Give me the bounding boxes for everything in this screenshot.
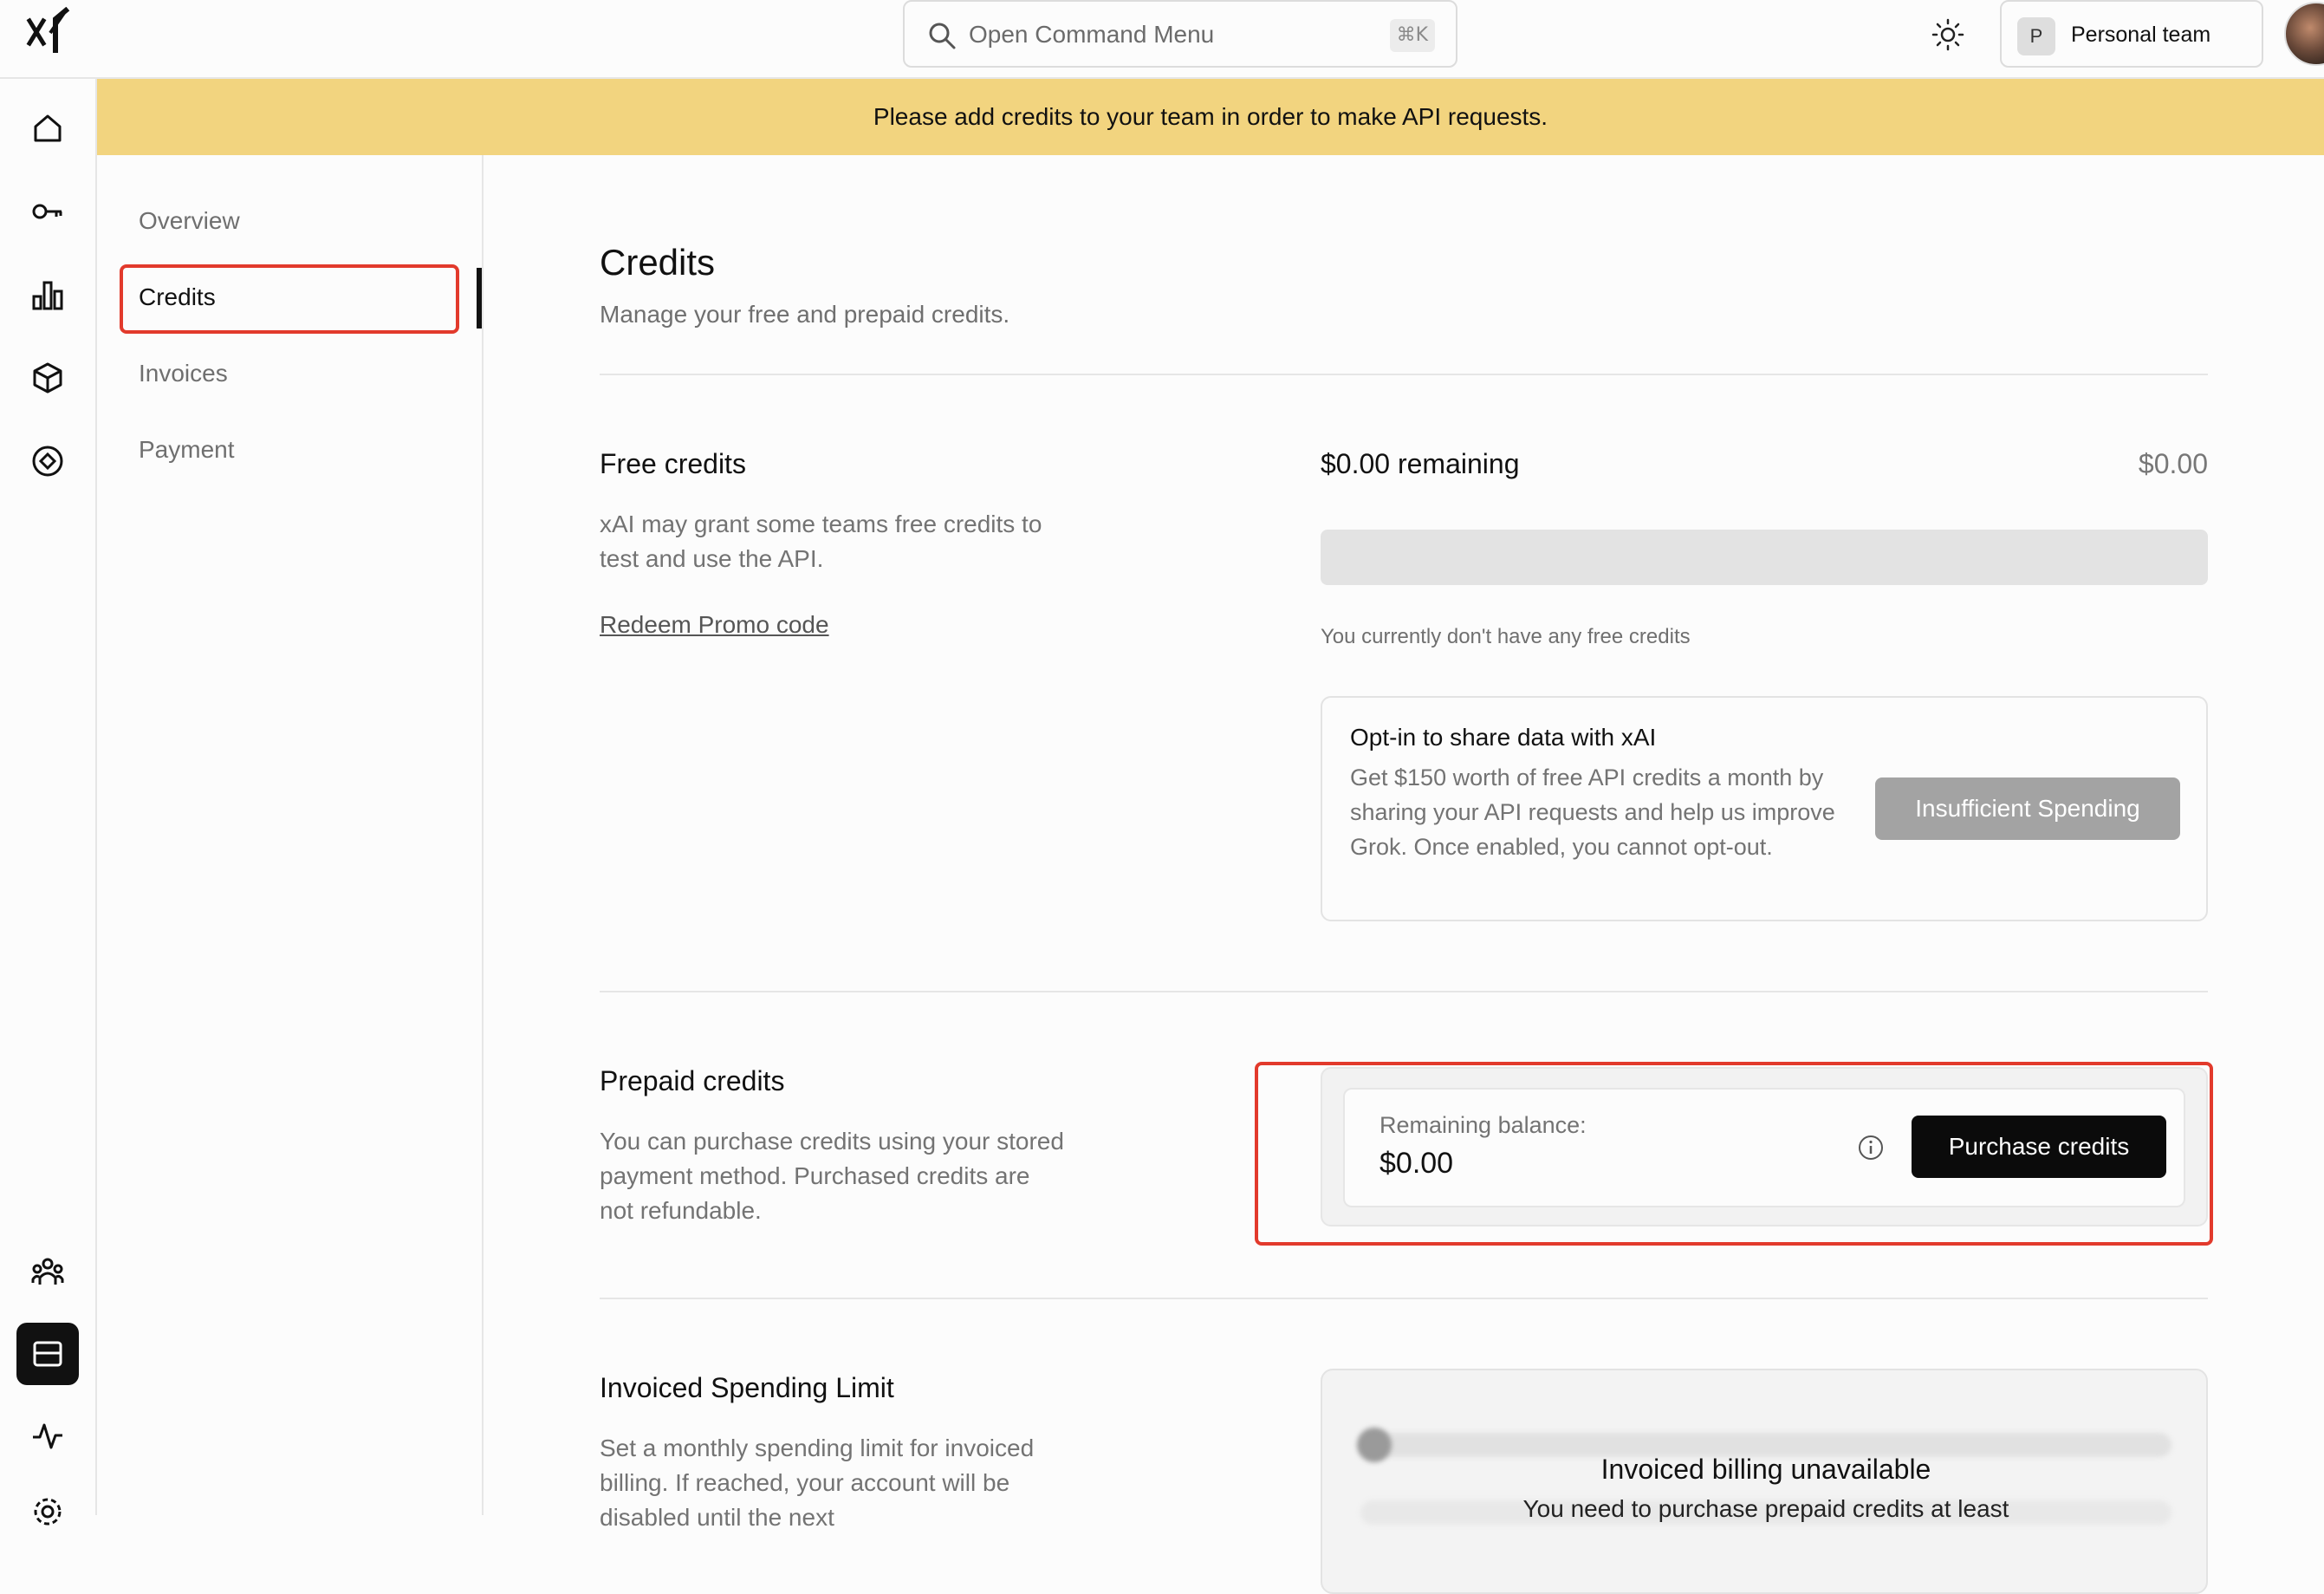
no-free-credits-note: You currently don't have any free credit… <box>1321 625 1691 648</box>
cube-icon[interactable] <box>26 356 69 400</box>
divider <box>600 374 2208 375</box>
add-credits-banner: Please add credits to your team in order… <box>97 79 2324 155</box>
free-credits-remaining: $0.00 remaining <box>1321 448 1520 479</box>
free-credits-total: $0.00 <box>2138 448 2208 479</box>
billing-subnav: Overview Credits Invoices Payment <box>97 155 484 1515</box>
team-avatar: P <box>2017 17 2055 55</box>
team-switcher-button[interactable]: P Personal team <box>2000 0 2263 68</box>
subnav-item-invoices[interactable]: Invoices <box>139 360 228 387</box>
activity-icon[interactable] <box>26 1414 69 1457</box>
prepaid-credits-description: You can purchase credits using your stor… <box>600 1128 1064 1224</box>
invoiced-billing-card: Invoiced billing unavailable You need to… <box>1321 1369 2208 1594</box>
top-bar: Open Command Menu ⌘K P Personal team <box>0 0 2324 79</box>
opt-in-description: Get $150 worth of free API credits a mon… <box>1350 764 1835 860</box>
invoiced-unavailable-title: Invoiced billing unavailable <box>1600 1454 1931 1485</box>
subnav-item-overview[interactable]: Overview <box>139 207 240 235</box>
prepaid-credits-title: Prepaid credits <box>600 1065 785 1096</box>
search-placeholder: Open Command Menu <box>969 21 1215 48</box>
team-icon[interactable] <box>26 1249 69 1292</box>
invoiced-limit-title: Invoiced Spending Limit <box>600 1372 894 1403</box>
active-indicator <box>477 268 482 329</box>
page-subtitle: Manage your free and prepaid credits. <box>600 301 1010 328</box>
user-avatar[interactable] <box>2284 2 2324 66</box>
divider <box>600 991 2208 992</box>
free-credits-description: xAI may grant some teams free credits to… <box>600 511 1042 572</box>
bar-chart-icon[interactable] <box>26 273 69 316</box>
home-icon[interactable] <box>26 107 69 150</box>
compass-icon[interactable] <box>26 439 69 483</box>
page-title: Credits <box>600 242 716 283</box>
subnav-item-payment[interactable]: Payment <box>139 436 235 464</box>
icon-rail <box>0 79 97 1526</box>
search-icon <box>927 21 957 50</box>
divider <box>600 1298 2208 1299</box>
billing-icon[interactable] <box>16 1323 79 1385</box>
key-icon[interactable] <box>26 190 69 233</box>
opt-in-title: Opt-in to share data with xAI <box>1350 724 1657 751</box>
settings-icon[interactable] <box>26 1490 69 1533</box>
command-menu-search[interactable]: Open Command Menu ⌘K <box>903 0 1457 68</box>
insufficient-spending-button[interactable]: Insufficient Spending <box>1875 777 2180 840</box>
main-content: Credits Manage your free and prepaid cre… <box>484 155 2324 1594</box>
xai-logo-icon[interactable] <box>24 6 73 55</box>
redeem-promo-link[interactable]: Redeem Promo code <box>600 611 829 639</box>
free-credits-progress <box>1321 530 2208 585</box>
invoiced-limit-description: Set a monthly spending limit for invoice… <box>600 1435 1035 1531</box>
free-credits-title: Free credits <box>600 448 746 479</box>
shortcut-badge: ⌘K <box>1389 19 1435 52</box>
theme-toggle-sun-icon[interactable] <box>1931 17 1965 52</box>
invoiced-unavailable-description: You need to purchase prepaid credits at … <box>1522 1495 2009 1522</box>
subnav-item-credits[interactable]: Credits <box>139 283 216 311</box>
prepaid-highlight-box <box>1255 1062 2213 1246</box>
team-name: Personal team <box>2071 23 2211 47</box>
opt-in-card: Opt-in to share data with xAI Get $150 w… <box>1321 696 2208 921</box>
